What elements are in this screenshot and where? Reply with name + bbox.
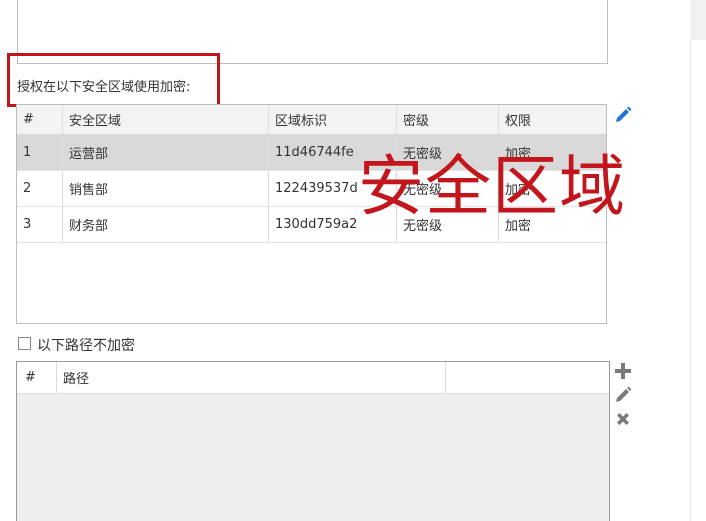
column-header-extra[interactable] (446, 362, 609, 393)
row-zone-name: 财务部 (63, 207, 269, 242)
exclude-paths-checkbox[interactable] (18, 337, 31, 350)
zone-table-header: # 安全区域 区域标识 密级 权限 (17, 105, 606, 135)
exclude-path-table: # 路径 (16, 361, 610, 521)
column-header-level[interactable]: 密级 (397, 105, 499, 134)
exclude-paths-label[interactable]: 以下路径不加密 (37, 335, 135, 355)
column-header-number[interactable]: # (17, 362, 57, 393)
annotation-highlight-box (7, 53, 220, 107)
row-zone-name: 运营部 (63, 135, 269, 170)
column-header-path[interactable]: 路径 (57, 362, 446, 393)
column-header-number[interactable]: # (17, 105, 63, 134)
x-icon[interactable] (613, 409, 633, 429)
column-header-zone[interactable]: 安全区域 (63, 105, 269, 134)
row-zone-name: 销售部 (63, 171, 269, 206)
scrollbar-thumb[interactable] (690, 40, 706, 521)
path-table-header: # 路径 (17, 362, 609, 394)
row-number: 2 (17, 171, 63, 206)
column-header-permission[interactable]: 权限 (499, 105, 606, 134)
column-header-zone-id[interactable]: 区域标识 (269, 105, 397, 134)
row-number: 3 (17, 207, 63, 242)
pencil-icon[interactable] (612, 104, 634, 126)
plus-icon[interactable] (613, 361, 633, 381)
pencil-icon[interactable] (613, 385, 633, 405)
row-number: 1 (17, 135, 63, 170)
overlay-caption: 安全区域 (358, 148, 626, 225)
